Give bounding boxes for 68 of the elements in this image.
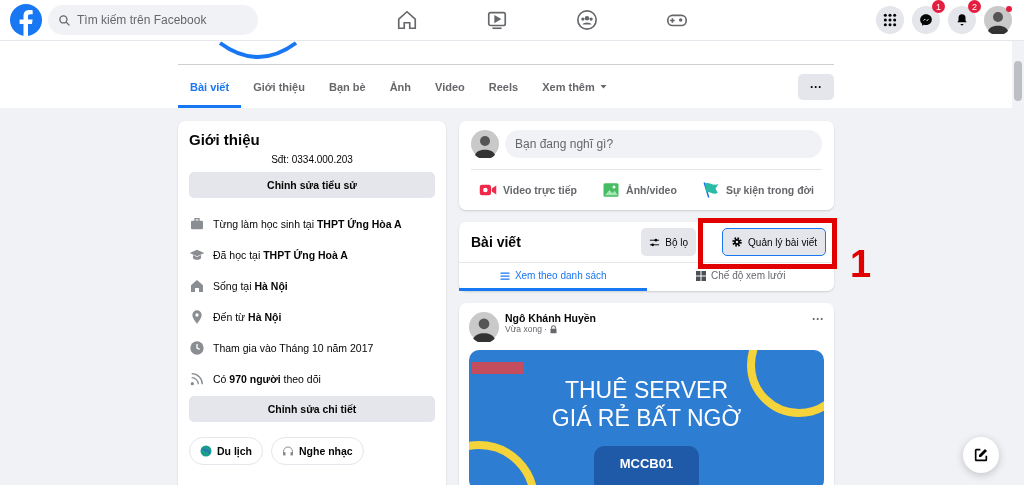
messenger-button[interactable] <box>912 6 940 34</box>
post-time: Vừa xong · <box>505 324 548 334</box>
menu-icon <box>883 13 897 27</box>
location-pin-icon <box>189 308 205 325</box>
intro-detail: Đến từ Hà Nội <box>213 310 282 323</box>
status-dot <box>1006 6 1012 12</box>
profile-tab[interactable]: Xem thêm <box>530 65 620 108</box>
brand-logo <box>472 362 524 374</box>
notification-badge: 2 <box>968 0 981 13</box>
facebook-logo[interactable] <box>10 4 42 36</box>
briefcase-icon <box>189 215 205 232</box>
messenger-icon <box>919 13 933 27</box>
edit-bio-button[interactable]: Chỉnh sửa tiểu sử <box>189 172 435 198</box>
account-avatar[interactable] <box>984 6 1012 34</box>
step-number: 1 <box>850 243 872 286</box>
rss-icon <box>189 370 205 387</box>
post-menu-button[interactable]: ··· <box>812 312 824 326</box>
headphones-icon <box>282 445 294 457</box>
search-icon <box>58 13 71 27</box>
intro-detail: Đã học tại THPT Ứng Hoà A <box>213 248 348 261</box>
compose-icon <box>973 447 989 463</box>
composer-action[interactable]: Ảnh/video <box>602 176 677 204</box>
search-field[interactable]: Tìm kiếm trên Facebook <box>48 5 258 35</box>
product-code: MCCB01 <box>593 446 700 485</box>
house-icon <box>189 277 205 294</box>
posts-title: Bài viết <box>471 234 522 250</box>
view-tab[interactable]: Xem theo danh sách <box>459 263 647 291</box>
decorative-ring <box>469 441 538 485</box>
edit-details-button[interactable]: Chỉnh sửa chi tiết <box>189 396 435 422</box>
profile-tab[interactable]: Reels <box>476 65 531 108</box>
profile-tab[interactable]: Giới thiệu <box>241 65 317 108</box>
bio-text: Sđt: 0334.000.203 <box>270 154 354 165</box>
intro-detail: Có 970 người theo dõi <box>213 372 321 385</box>
notification-badge: 1 <box>932 0 945 13</box>
flag-icon <box>702 181 720 199</box>
profile-tab[interactable]: Bài viết <box>178 65 242 108</box>
more-button[interactable]: ··· <box>798 73 834 100</box>
intro-detail: Sống tại Hà Nội <box>213 279 288 292</box>
view-tab[interactable]: Chế độ xem lưới <box>646 263 834 291</box>
author-avatar[interactable] <box>469 312 499 342</box>
profile-tab[interactable]: Video <box>423 65 477 108</box>
bell-icon <box>955 13 969 27</box>
list-icon <box>498 269 511 282</box>
lock-icon <box>549 324 559 334</box>
banner-headline: THUÊ SERVER <box>564 376 729 404</box>
grid-icon <box>695 269 708 282</box>
scrollbar-thumb[interactable] <box>1014 61 1022 101</box>
filter-button[interactable]: Bộ lọ <box>641 228 697 256</box>
profile-tab[interactable]: Bạn bè <box>316 65 378 108</box>
intro-title: Giới thiệu <box>189 131 261 148</box>
banner-headline: GIÁ RẺ BẤT NGỜ <box>551 404 742 432</box>
menu-button[interactable] <box>876 6 904 34</box>
clock-icon <box>189 339 205 356</box>
manage-posts-button[interactable]: Quản lý bài viết <box>722 228 826 256</box>
globe-icon <box>200 445 212 457</box>
profile-tab[interactable]: Ảnh <box>377 65 424 108</box>
intro-detail: Tham gia vào Tháng 10 năm 2017 <box>213 341 374 354</box>
post-input[interactable]: Bạn đang nghĩ gì? <box>505 130 822 158</box>
photo-icon <box>602 181 621 199</box>
new-message-button[interactable] <box>963 437 999 473</box>
notifications-button[interactable] <box>948 6 976 34</box>
gear-icon <box>731 236 744 248</box>
intro-detail: Từng làm học sinh tại THPT Ứng Hòa A <box>213 217 402 230</box>
author-name[interactable]: Ngô Khánh Huyền <box>505 312 596 324</box>
user-avatar[interactable] <box>471 130 499 158</box>
sliders-icon <box>649 236 661 248</box>
composer-action[interactable]: Video trực tiếp <box>479 176 577 204</box>
composer-action[interactable]: Sự kiện trong đời <box>702 176 814 204</box>
